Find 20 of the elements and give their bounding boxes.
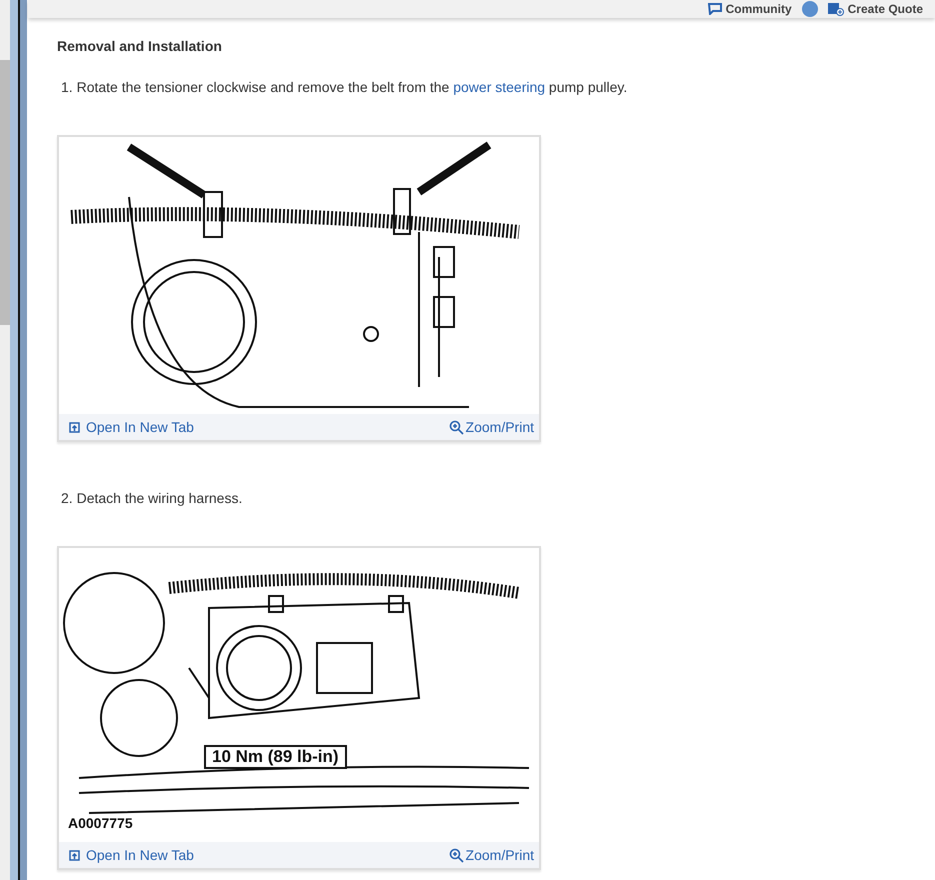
zoom-in-icon: [448, 848, 464, 862]
figure-code: A0007775: [68, 815, 133, 831]
step-text: 2. Detach the wiring harness.: [61, 490, 244, 506]
new-tab-icon: [69, 422, 80, 432]
new-tab-icon: [69, 850, 80, 860]
chat-icon: [708, 3, 722, 15]
zoom-print-link[interactable]: Zoom/Print: [448, 847, 534, 863]
open-in-new-tab-link[interactable]: Open In New Tab: [69, 419, 194, 435]
power-steering-link[interactable]: power steering: [453, 79, 546, 95]
avatar-icon[interactable]: [802, 1, 818, 17]
scrollbar-thumb[interactable]: [0, 60, 10, 325]
quote-add-icon: [828, 2, 844, 16]
section-title: Removal and Installation: [57, 38, 223, 54]
zoom-in-icon: [448, 420, 464, 434]
open-in-new-tab-link[interactable]: Open In New Tab: [69, 847, 194, 863]
torque-label: 10 Nm (89 lb-in): [204, 745, 347, 769]
zoom-print-link[interactable]: Zoom/Print: [448, 419, 534, 435]
step-text: 1. Rotate the tensioner clockwise and remove the belt from the power steering pump pulley.: [61, 79, 628, 95]
create-quote-link[interactable]: Create Quote: [828, 2, 923, 16]
community-link[interactable]: Community: [708, 2, 792, 16]
